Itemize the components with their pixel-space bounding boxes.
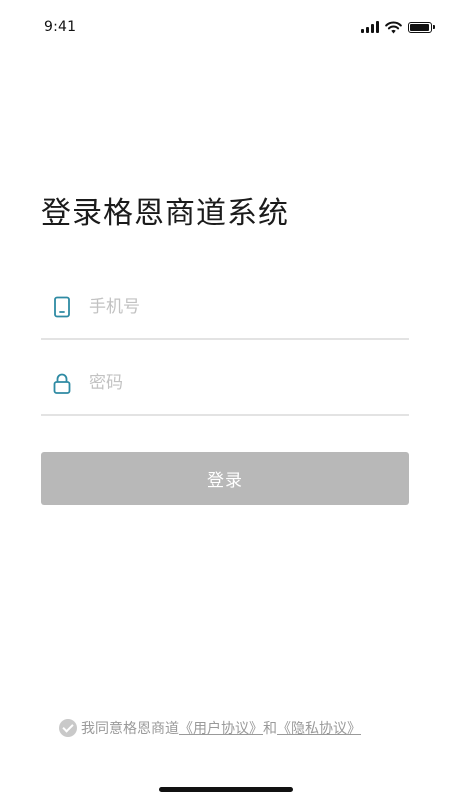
password-input[interactable] <box>89 368 389 398</box>
agreement: 我同意格恩商道 《用户协议》 和 《隐私协议》 <box>59 718 361 738</box>
login-button[interactable]: 登录 <box>41 452 409 505</box>
agreement-prefix: 我同意格恩商道 <box>81 721 179 737</box>
password-field[interactable] <box>41 356 409 416</box>
privacy-agreement-link[interactable]: 《隐私协议》 <box>277 718 361 738</box>
status-icons <box>361 19 435 35</box>
battery-icon <box>408 21 435 33</box>
home-indicator <box>159 787 293 792</box>
agree-checkbox[interactable] <box>59 719 77 737</box>
phone-field[interactable] <box>41 280 409 340</box>
status-bar: 9:41 <box>0 0 450 56</box>
wifi-icon <box>385 21 402 33</box>
page-title: 登录格恩商道系统 <box>41 196 289 231</box>
user-agreement-link[interactable]: 《用户协议》 <box>179 718 263 738</box>
signal-icon <box>361 21 379 33</box>
phone-input[interactable] <box>89 292 389 322</box>
phone-icon <box>54 296 70 318</box>
lock-icon <box>53 373 71 394</box>
agreement-conjunction: 和 <box>263 721 277 737</box>
status-time: 9:41 <box>44 19 77 35</box>
